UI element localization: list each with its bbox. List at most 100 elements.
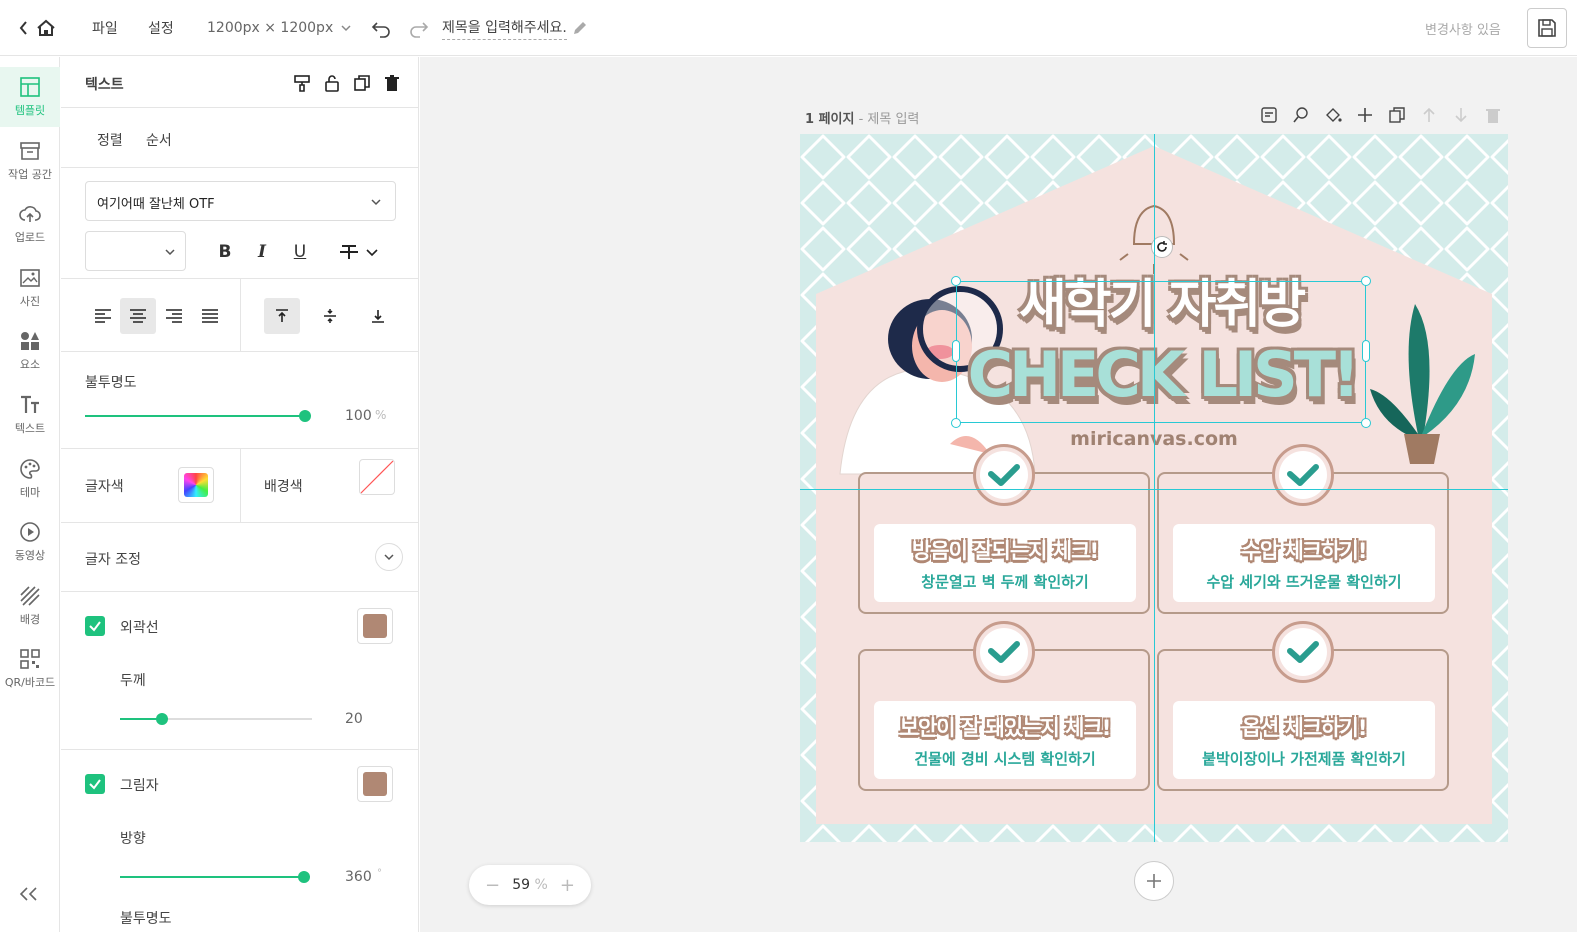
text-icon <box>21 395 39 413</box>
design-page[interactable]: 새학기 자취방 CHECK LIST! miricanvas.com 방음이 잘… <box>800 134 1508 842</box>
valign-top-button[interactable] <box>264 298 300 334</box>
text-color-swatch[interactable] <box>178 467 214 503</box>
format-paint-button[interactable] <box>291 72 313 94</box>
valign-middle-button[interactable] <box>312 298 348 334</box>
thickness-slider-thumb[interactable] <box>156 713 169 725</box>
opacity-slider-thumb[interactable] <box>299 410 311 422</box>
nav-item-4[interactable]: 요소 <box>0 321 60 381</box>
collapse-panel-button[interactable] <box>18 886 40 906</box>
nav-item-2[interactable]: 업로드 <box>0 194 60 254</box>
arrow-down-icon[interactable] <box>1452 106 1470 124</box>
memo-icon[interactable] <box>1260 106 1278 124</box>
canvas-size-label: 1200px × 1200px <box>207 20 334 36</box>
canvas-size-dropdown[interactable]: 1200px × 1200px <box>207 0 353 56</box>
align-left-button[interactable] <box>85 298 121 334</box>
copy-page-icon[interactable] <box>1388 106 1406 124</box>
tab-align[interactable]: 정렬 <box>97 130 123 150</box>
save-button[interactable] <box>1527 8 1567 48</box>
tab-order[interactable]: 순서 <box>146 130 172 150</box>
checklist-card-subtitle[interactable]: 수압 세기와 뜨거운물 확인하기 <box>1206 571 1401 592</box>
nav-item-0[interactable]: 템플릿 <box>0 67 60 127</box>
font-family-select[interactable]: 여기어때 잘난체 OTF <box>85 181 396 221</box>
checklist-card-title[interactable]: 방음이 잘되는지 체크! <box>912 535 1099 565</box>
page-title-input[interactable]: 제목 입력 <box>867 112 919 127</box>
trash-icon[interactable] <box>1484 106 1502 124</box>
align-center-button[interactable] <box>120 298 156 334</box>
qr-icon <box>20 649 40 670</box>
outline-checkbox[interactable] <box>85 616 105 636</box>
font-size-select[interactable] <box>85 231 186 271</box>
upload-cloud-icon <box>19 206 41 223</box>
undo-icon <box>371 22 390 38</box>
resize-handle-right[interactable] <box>1362 340 1370 362</box>
checklist-card-title[interactable]: 보안이 잘 돼있는지 체크! <box>900 712 1112 742</box>
menu-file[interactable]: 파일 <box>92 0 118 56</box>
opacity-slider[interactable] <box>85 410 311 422</box>
zoom-out-button[interactable]: − <box>485 875 500 896</box>
direction-slider-thumb[interactable] <box>298 871 310 883</box>
thickness-slider[interactable] <box>120 713 312 725</box>
plus-icon[interactable] <box>1356 106 1374 124</box>
lock-button[interactable] <box>321 72 343 94</box>
resize-handle-tr[interactable] <box>1361 276 1371 286</box>
nav-item-1[interactable]: 작업 공간 <box>0 131 60 191</box>
resize-handle-br[interactable] <box>1361 418 1371 428</box>
document-title-field[interactable]: 제목을 입력해주세요. <box>442 0 589 56</box>
shadow-color-swatch[interactable] <box>357 766 393 802</box>
zoom-value[interactable]: 59 <box>512 877 530 893</box>
redo-button[interactable] <box>408 0 430 56</box>
align-justify-button[interactable] <box>192 298 228 334</box>
check-badge <box>1272 621 1334 683</box>
add-page-button[interactable] <box>1134 861 1174 901</box>
checklist-card-subtitle[interactable]: 창문열고 벽 두께 확인하기 <box>921 571 1088 592</box>
opacity-label: 불투명도 <box>85 375 137 391</box>
underline-button[interactable]: U <box>288 241 312 263</box>
undo-button[interactable] <box>370 0 392 56</box>
nav-item-7[interactable]: 동영상 <box>0 512 60 572</box>
checkmark-icon <box>1287 464 1319 486</box>
align-right-button[interactable] <box>156 298 192 334</box>
italic-icon: I <box>258 242 266 262</box>
nav-item-9[interactable]: QR/바코드 <box>0 639 60 699</box>
resize-handle-tl[interactable] <box>951 276 961 286</box>
nav-item-3[interactable]: 사진 <box>0 258 60 318</box>
chevron-down-icon <box>371 199 381 206</box>
delete-button[interactable] <box>381 72 403 94</box>
plant-illustration <box>1370 304 1475 464</box>
text-adjust-toggle[interactable] <box>375 543 403 571</box>
menu-settings[interactable]: 설정 <box>148 0 174 56</box>
bg-color-swatch[interactable] <box>359 459 395 495</box>
nav-item-6[interactable]: 테마 <box>0 449 60 509</box>
resize-handle-bl[interactable] <box>951 418 961 428</box>
selection-box[interactable] <box>951 236 1371 428</box>
checklist-card-title[interactable]: 옵션 체크하기! <box>1242 712 1368 742</box>
italic-button[interactable]: I <box>250 241 274 263</box>
shadow-checkbox[interactable] <box>85 774 105 794</box>
back-home-button[interactable] <box>18 0 56 56</box>
strikethrough-dropdown[interactable] <box>336 241 384 263</box>
nav-item-label: QR/바코드 <box>4 676 56 690</box>
chevron-down-icon <box>384 554 394 561</box>
outline-color-swatch[interactable] <box>357 608 393 644</box>
bold-button[interactable]: B <box>213 241 237 263</box>
valign-bottom-button[interactable] <box>360 298 396 334</box>
zoom-in-button[interactable]: + <box>560 875 575 896</box>
checkmark-icon <box>988 464 1020 486</box>
center-guide-vertical <box>1154 134 1155 842</box>
nav-item-8[interactable]: 배경 <box>0 576 60 636</box>
resize-handle-left[interactable] <box>952 340 960 362</box>
checklist-card-title[interactable]: 수압 체크하기! <box>1242 535 1368 565</box>
zoom-control: − 59 % + <box>469 865 591 905</box>
checklist-card-body: 보안이 잘 돼있는지 체크! 건물에 경비 시스템 확인하기 <box>874 701 1136 779</box>
nav-item-5[interactable]: 텍스트 <box>0 385 60 445</box>
checklist-card-subtitle[interactable]: 붙박이장이나 가전제품 확인하기 <box>1202 748 1406 769</box>
direction-slider[interactable] <box>120 871 310 883</box>
checklist-card-subtitle[interactable]: 건물에 경비 시스템 확인하기 <box>914 748 1095 769</box>
nav-item-label: 업로드 <box>14 231 46 245</box>
magic-search-icon[interactable] <box>1292 106 1310 124</box>
direction-unit: ° <box>377 868 382 879</box>
arrow-up-icon[interactable] <box>1420 106 1438 124</box>
paint-bucket-icon[interactable] <box>1324 106 1342 124</box>
opacity-slider-fill <box>85 415 305 417</box>
duplicate-button[interactable] <box>351 72 373 94</box>
